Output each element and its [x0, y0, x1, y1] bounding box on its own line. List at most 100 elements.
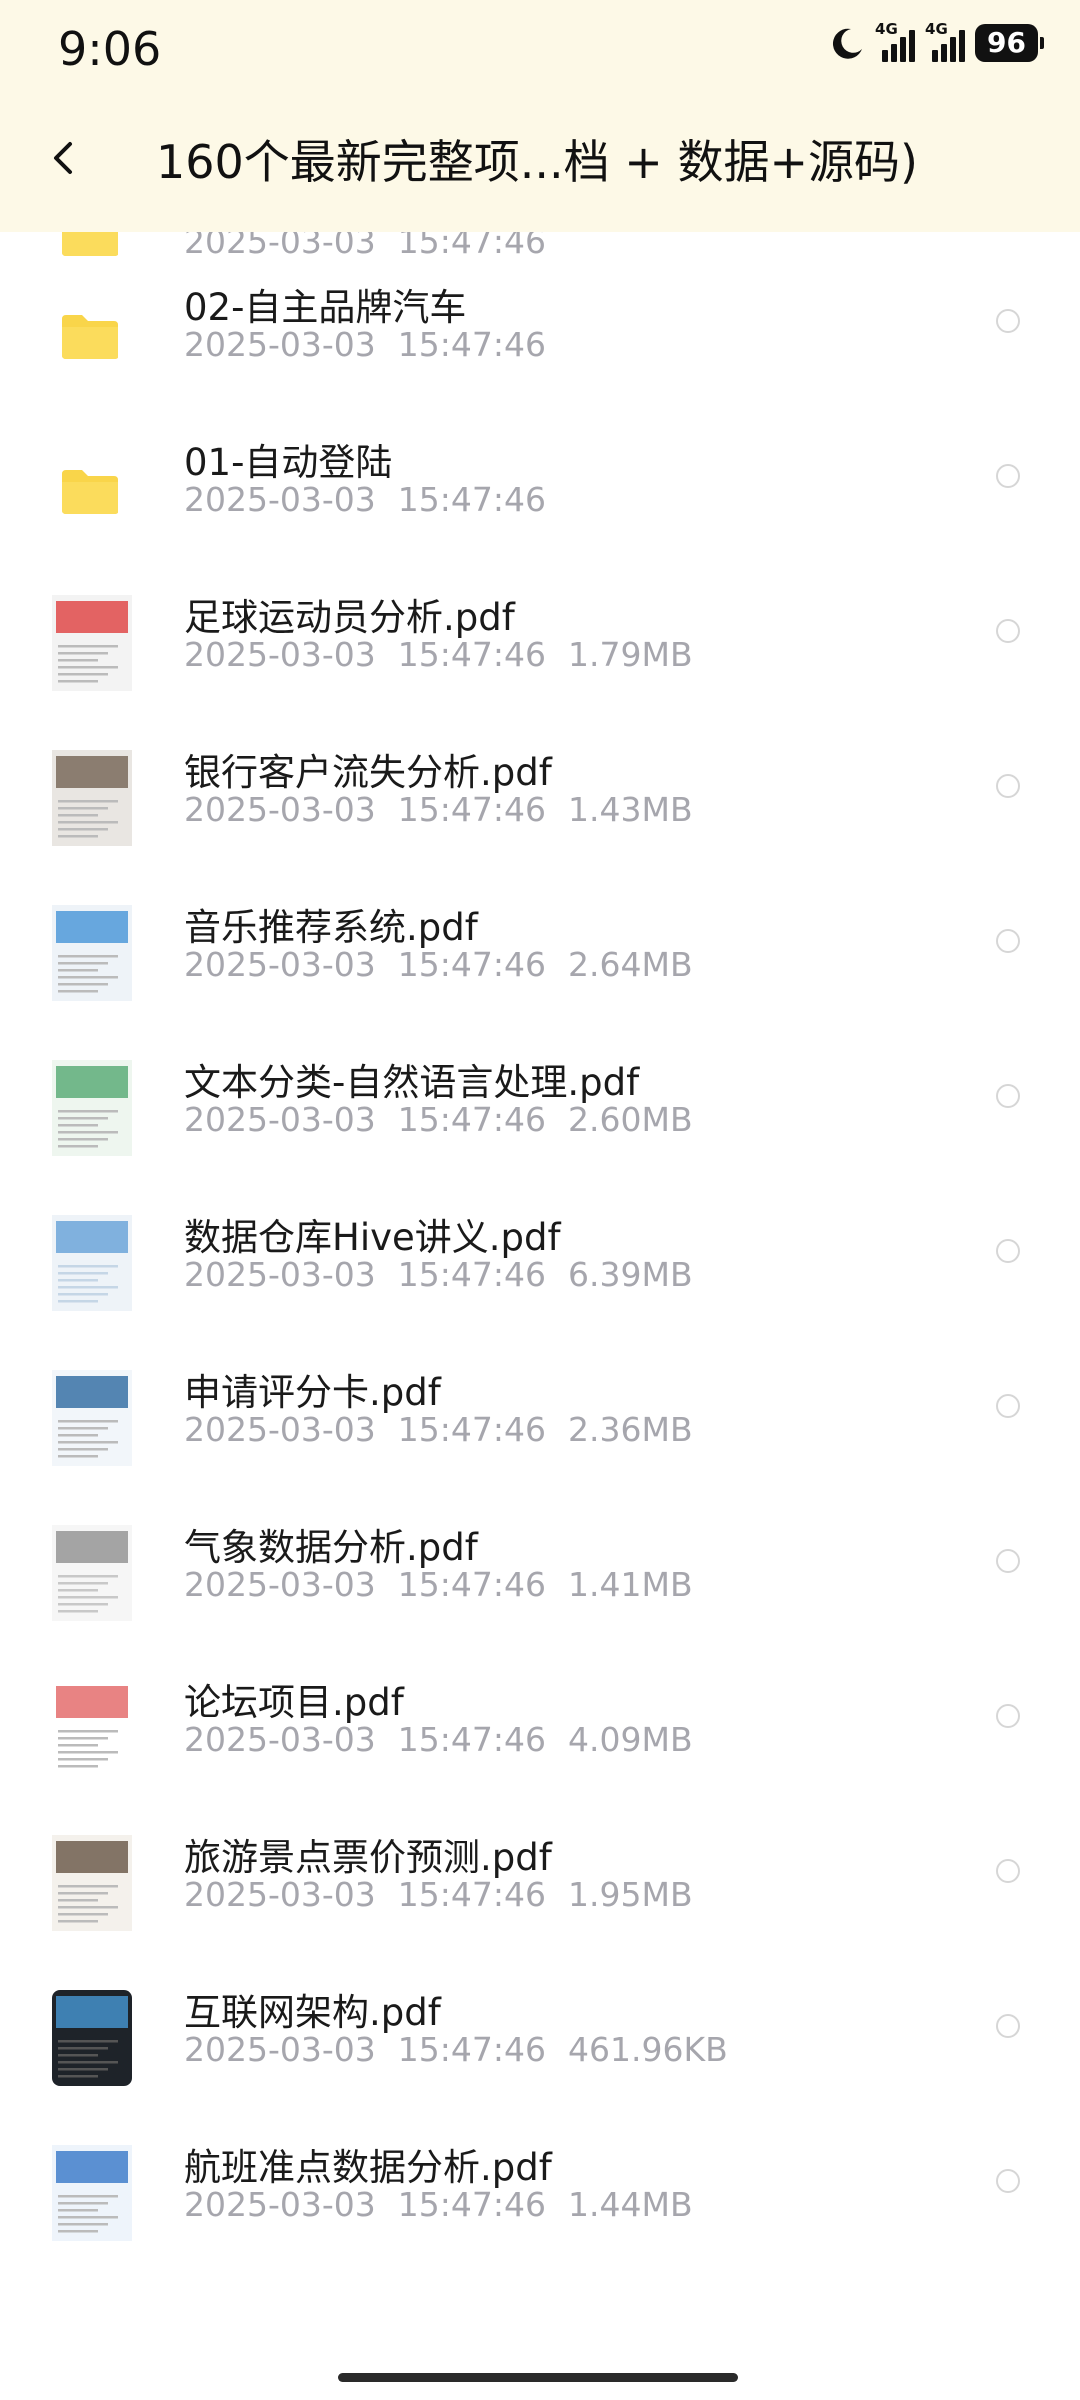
- home-indicator[interactable]: [338, 2373, 738, 2382]
- file-row[interactable]: 旅游景点票价预测.pdf 2025-03-03 15:47:46 1.95MB: [0, 1825, 1080, 1980]
- file-time: 15:47:46: [397, 480, 546, 519]
- file-date: 2025-03-03: [184, 1100, 376, 1139]
- file-date: 2025-03-03: [184, 1720, 376, 1759]
- file-size: 2.60MB: [568, 1100, 693, 1139]
- pdf-thumbnail-icon: [52, 1215, 132, 1311]
- file-meta: 2025-03-03 15:47:46 4.09MB: [184, 1720, 715, 1759]
- file-time: 15:47:46: [397, 1565, 546, 1604]
- select-radio[interactable]: [996, 774, 1020, 798]
- file-size: 1.43MB: [568, 790, 693, 829]
- file-size: 461.96KB: [568, 2030, 728, 2069]
- file-meta: 2025-03-03 15:47:46 1.44MB: [184, 2185, 715, 2224]
- file-name: 足球运动员分析.pdf: [184, 596, 515, 639]
- file-name: 申请评分卡.pdf: [184, 1371, 441, 1414]
- select-radio[interactable]: [996, 1239, 1020, 1263]
- file-size: 1.79MB: [568, 635, 693, 674]
- page-title: 160个最新完整项...档 + 数据+源码): [156, 135, 918, 189]
- file-name: 数据仓库Hive讲义.pdf: [184, 1216, 561, 1259]
- file-time: 15:47:46: [397, 1875, 546, 1914]
- file-size: 1.44MB: [568, 2185, 693, 2224]
- select-radio[interactable]: [996, 1549, 1020, 1573]
- select-radio[interactable]: [996, 309, 1020, 333]
- select-radio[interactable]: [996, 1394, 1020, 1418]
- select-radio[interactable]: [996, 619, 1020, 643]
- select-radio[interactable]: [996, 2169, 1020, 2193]
- file-row[interactable]: 申请评分卡.pdf 2025-03-03 15:47:46 2.36MB: [0, 1360, 1080, 1515]
- status-time: 9:06: [58, 22, 162, 76]
- file-row[interactable]: 足球运动员分析.pdf 2025-03-03 15:47:46 1.79MB: [0, 585, 1080, 740]
- select-radio[interactable]: [996, 464, 1020, 488]
- select-radio[interactable]: [996, 929, 1020, 953]
- pdf-thumbnail-icon: [52, 2145, 132, 2241]
- folder-row[interactable]: 01-自动登陆 2025-03-03 15:47:46: [0, 430, 1080, 585]
- file-time: 15:47:46: [397, 1410, 546, 1449]
- file-meta: 2025-03-03 15:47:46 461.96KB: [184, 2030, 750, 2069]
- file-row[interactable]: 数据仓库Hive讲义.pdf 2025-03-03 15:47:46 6.39MB: [0, 1205, 1080, 1360]
- file-name: 银行客户流失分析.pdf: [184, 751, 552, 794]
- file-date: 2025-03-03: [184, 1410, 376, 1449]
- file-date: 2025-03-03: [184, 480, 376, 519]
- file-row[interactable]: 航班准点数据分析.pdf 2025-03-03 15:47:46 1.44MB: [0, 2135, 1080, 2290]
- file-meta: 2025-03-03 15:47:46 2.36MB: [184, 1410, 715, 1449]
- file-size: 2.36MB: [568, 1410, 693, 1449]
- pdf-thumbnail-icon: [52, 1370, 132, 1466]
- file-row[interactable]: 音乐推荐系统.pdf 2025-03-03 15:47:46 2.64MB: [0, 895, 1080, 1050]
- file-row[interactable]: 文本分类-自然语言处理.pdf 2025-03-03 15:47:46 2.60MB: [0, 1050, 1080, 1205]
- file-time: 15:47:46: [397, 2030, 546, 2069]
- file-date: 2025-03-03: [184, 1255, 376, 1294]
- file-date: 2025-03-03: [184, 790, 376, 829]
- file-meta: 2025-03-03 15:47:46 1.95MB: [184, 1875, 715, 1914]
- top-bar: 9:06 4G 4G 96 160个最新完整项...档 + 数据+源码): [0, 0, 1080, 232]
- file-name: 气象数据分析.pdf: [184, 1526, 478, 1569]
- file-name: 02-自主品牌汽车: [184, 286, 467, 329]
- back-arrow-icon[interactable]: [44, 138, 84, 178]
- file-name: 航班准点数据分析.pdf: [184, 2146, 552, 2189]
- file-size: 4.09MB: [568, 1720, 693, 1759]
- file-size: 6.39MB: [568, 1255, 693, 1294]
- file-row[interactable]: 论坛项目.pdf 2025-03-03 15:47:46 4.09MB: [0, 1670, 1080, 1825]
- folder-icon: [62, 315, 118, 359]
- file-meta: 2025-03-03 15:47:46 2.60MB: [184, 1100, 715, 1139]
- file-meta: 2025-03-03 15:47:46: [184, 480, 568, 519]
- select-radio[interactable]: [996, 1859, 1020, 1883]
- file-date: 2025-03-03: [184, 635, 376, 674]
- select-radio[interactable]: [996, 1084, 1020, 1108]
- select-radio[interactable]: [996, 2014, 1020, 2038]
- file-size: 1.41MB: [568, 1565, 693, 1604]
- battery-level: 96: [975, 24, 1038, 62]
- pdf-thumbnail-icon: [52, 1525, 132, 1621]
- battery-icon: [1040, 37, 1044, 49]
- file-row[interactable]: 银行客户流失分析.pdf 2025-03-03 15:47:46 1.43MB: [0, 740, 1080, 895]
- file-row[interactable]: 互联网架构.pdf 2025-03-03 15:47:46 461.96KB: [0, 1980, 1080, 2135]
- file-date: 2025-03-03: [184, 1875, 376, 1914]
- pdf-thumbnail-icon: [52, 905, 132, 1001]
- file-meta: 2025-03-03 15:47:46 1.43MB: [184, 790, 715, 829]
- file-meta: 2025-03-03 15:47:46 2.64MB: [184, 945, 715, 984]
- pdf-thumbnail-icon: [52, 1060, 132, 1156]
- pdf-thumbnail-icon: [52, 750, 132, 846]
- signal-strength-icon: 4G: [875, 20, 916, 62]
- file-time: 15:47:46: [397, 1255, 546, 1294]
- pdf-thumbnail-icon: [52, 1835, 132, 1931]
- select-radio[interactable]: [996, 1704, 1020, 1728]
- file-time: 15:47:46: [397, 945, 546, 984]
- file-meta: 2025-03-03 15:47:46 1.41MB: [184, 1565, 715, 1604]
- file-size: 2.64MB: [568, 945, 693, 984]
- file-time: 15:47:46: [397, 1720, 546, 1759]
- file-row[interactable]: 气象数据分析.pdf 2025-03-03 15:47:46 1.41MB: [0, 1515, 1080, 1670]
- status-icons: 4G 4G 96: [829, 20, 1044, 62]
- folder-row[interactable]: 02-自主品牌汽车 2025-03-03 15:47:46: [0, 275, 1080, 430]
- file-time: 15:47:46: [397, 1100, 546, 1139]
- file-date: 2025-03-03: [184, 2030, 376, 2069]
- file-meta: 2025-03-03 15:47:46: [184, 325, 568, 364]
- pdf-thumbnail-icon: [52, 595, 132, 691]
- file-date: 2025-03-03: [184, 945, 376, 984]
- file-name: 01-自动登陆: [184, 441, 393, 484]
- file-time: 15:47:46: [397, 635, 546, 674]
- pdf-thumbnail-icon: [52, 1680, 132, 1776]
- network-type-label: 4G: [875, 20, 898, 38]
- pdf-thumbnail-icon: [52, 1990, 132, 2086]
- file-date: 2025-03-03: [184, 2185, 376, 2224]
- file-size: 1.95MB: [568, 1875, 693, 1914]
- file-time: 15:47:46: [397, 2185, 546, 2224]
